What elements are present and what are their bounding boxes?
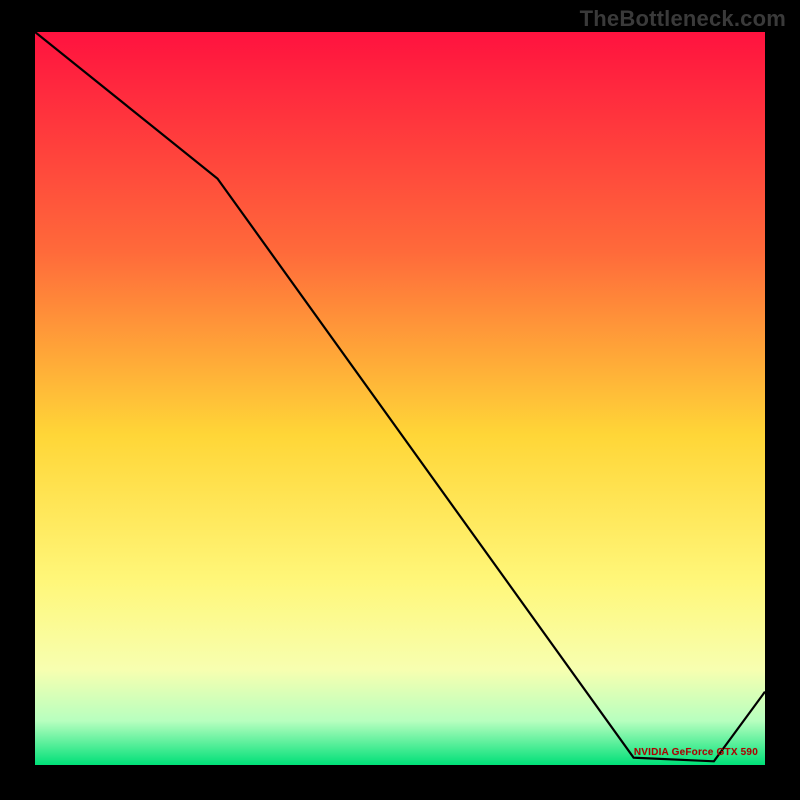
watermark-text: TheBottleneck.com (580, 6, 786, 32)
chart-frame: TheBottleneck.com NVIDIA GeForce GTX 590 (0, 0, 800, 800)
plot-area: NVIDIA GeForce GTX 590 (35, 32, 765, 765)
chart-svg (35, 32, 765, 765)
plot-background (35, 32, 765, 765)
series-label: NVIDIA GeForce GTX 590 (634, 747, 758, 758)
